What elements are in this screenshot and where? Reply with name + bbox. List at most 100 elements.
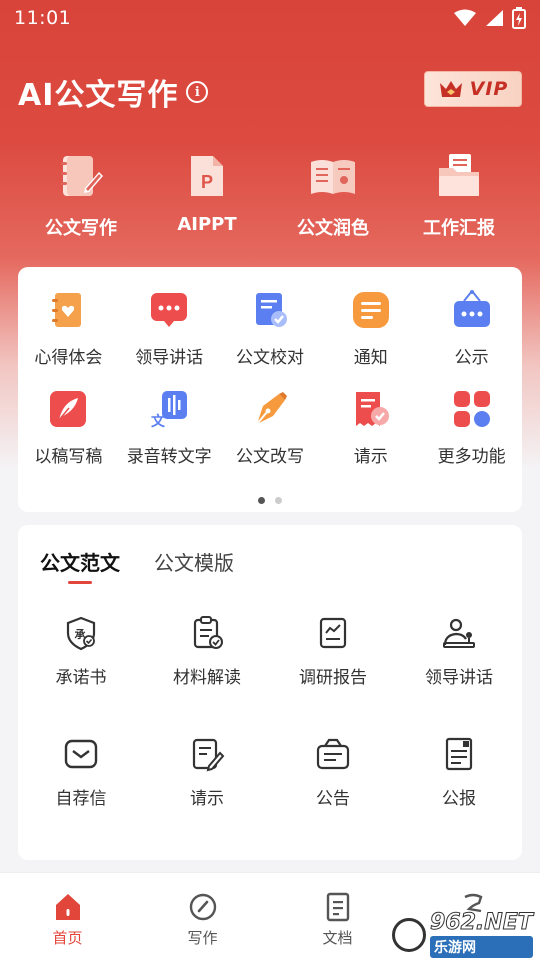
sample-label: 自荐信 bbox=[55, 789, 107, 809]
quick-action-aippt[interactable]: P AIPPT bbox=[144, 150, 270, 240]
battery-icon bbox=[512, 7, 526, 29]
sample-label: 公报 bbox=[442, 789, 476, 809]
tool-insights[interactable]: 心得体会 bbox=[18, 289, 119, 368]
announcement-icon bbox=[316, 738, 350, 770]
sample-leader-speech[interactable]: 领导讲话 bbox=[396, 615, 522, 688]
svg-text:文: 文 bbox=[151, 413, 166, 430]
nav-home[interactable]: 首页 bbox=[0, 873, 135, 960]
apps-grid-icon bbox=[453, 391, 490, 427]
page-dot bbox=[275, 497, 282, 504]
receipt-check-icon bbox=[355, 392, 389, 426]
svg-text:P: P bbox=[201, 172, 213, 192]
journal-heart-icon bbox=[52, 293, 82, 327]
sample-bulletin[interactable]: 公报 bbox=[396, 736, 522, 809]
vip-button[interactable]: VIP bbox=[424, 71, 522, 107]
sample-self-recommendation[interactable]: 自荐信 bbox=[18, 736, 144, 809]
podium-speaker-icon bbox=[443, 618, 475, 648]
vip-label: VIP bbox=[469, 78, 509, 100]
nav-documents[interactable]: 文档 bbox=[270, 873, 405, 960]
tool-label: 公示 bbox=[454, 348, 489, 368]
tab-doc-templates[interactable]: 公文模版 bbox=[154, 547, 234, 584]
report-chart-icon bbox=[319, 617, 347, 649]
sample-label: 承诺书 bbox=[55, 668, 107, 688]
site-watermark: 962.NET 乐游网 bbox=[392, 910, 538, 958]
nav-label: 文档 bbox=[322, 929, 353, 947]
tool-label: 更多功能 bbox=[437, 447, 506, 467]
page-dot-active bbox=[258, 497, 265, 504]
doc-edit-icon bbox=[192, 738, 225, 772]
tools-card: 心得体会 领导讲话 公文校对 通知 公示 以稿写稿 文 录音转文字 公文改写 请… bbox=[18, 267, 522, 512]
compass-icon bbox=[189, 893, 216, 921]
tool-label: 领导讲话 bbox=[135, 348, 204, 368]
notebook-pen-icon bbox=[61, 156, 103, 196]
quick-action-doc-writing[interactable]: 公文写作 bbox=[18, 150, 144, 240]
quick-action-label: 工作汇报 bbox=[423, 218, 495, 239]
quill-icon bbox=[50, 391, 87, 427]
tool-voice-to-text[interactable]: 文 录音转文字 bbox=[119, 388, 220, 467]
page-indicator bbox=[18, 497, 522, 504]
quick-action-report[interactable]: 工作汇报 bbox=[396, 150, 522, 240]
clipboard-check-icon bbox=[193, 616, 223, 649]
tool-draft-from-draft[interactable]: 以稿写稿 bbox=[18, 388, 119, 467]
sample-tabs: 公文范文 公文模版 bbox=[40, 547, 234, 584]
signal-icon bbox=[486, 10, 503, 26]
tool-label: 公文改写 bbox=[235, 447, 304, 467]
tool-request[interactable]: 请示 bbox=[320, 388, 421, 467]
tool-label: 请示 bbox=[353, 447, 388, 467]
tool-rewrite[interactable]: 公文改写 bbox=[220, 388, 321, 467]
nav-label: 写作 bbox=[187, 929, 218, 947]
info-icon[interactable]: i bbox=[186, 81, 209, 103]
sample-pledge[interactable]: 承 承诺书 bbox=[18, 615, 144, 688]
header: AI公文写作 i bbox=[18, 70, 209, 114]
open-book-icon bbox=[311, 160, 355, 194]
crown-icon bbox=[439, 81, 462, 97]
tool-label: 公文校对 bbox=[235, 348, 304, 368]
tool-label: 以稿写稿 bbox=[34, 447, 103, 467]
tool-more[interactable]: 更多功能 bbox=[421, 388, 522, 467]
sample-label: 领导讲话 bbox=[425, 668, 493, 688]
voice-text-icon: 文 bbox=[151, 391, 188, 430]
sample-label: 请示 bbox=[190, 789, 224, 809]
tab-doc-samples[interactable]: 公文范文 bbox=[40, 547, 120, 584]
ppt-file-icon: P bbox=[191, 156, 223, 196]
tool-leader-speech[interactable]: 领导讲话 bbox=[119, 289, 220, 368]
quick-actions: 公文写作 P AIPPT 公文润色 工作汇报 bbox=[18, 150, 522, 240]
envelope-icon bbox=[64, 739, 98, 769]
nav-label: 首页 bbox=[52, 929, 83, 947]
app-title: AI公文写作 bbox=[18, 78, 179, 113]
samples-card: 公文范文 公文模版 承 承诺书 材料解读 调研报告 领导讲话 自荐信 请示 公告… bbox=[18, 525, 522, 860]
watermark-logo-icon bbox=[392, 918, 426, 952]
watermark-main-text: 962.NET bbox=[430, 910, 534, 935]
chat-bubble-icon bbox=[151, 293, 188, 327]
pen-nib-icon bbox=[256, 392, 287, 425]
doc-check-icon bbox=[255, 293, 287, 327]
tool-proofread[interactable]: 公文校对 bbox=[220, 289, 321, 368]
sample-announcement[interactable]: 公告 bbox=[270, 736, 396, 809]
quick-action-label: 公文润色 bbox=[297, 218, 369, 239]
sample-research-report[interactable]: 调研报告 bbox=[270, 615, 396, 688]
tool-label: 录音转文字 bbox=[126, 447, 212, 467]
sample-label: 材料解读 bbox=[173, 668, 241, 688]
status-time: 11:01 bbox=[14, 7, 72, 29]
quick-action-polish[interactable]: 公文润色 bbox=[270, 150, 396, 240]
quick-action-label: AIPPT bbox=[177, 214, 237, 235]
notice-icon bbox=[352, 292, 389, 328]
nav-write[interactable]: 写作 bbox=[135, 873, 270, 960]
folder-doc-icon bbox=[439, 154, 479, 196]
tool-publicity[interactable]: 公示 bbox=[421, 289, 522, 368]
tool-label: 心得体会 bbox=[34, 348, 103, 368]
sample-material-interpretation[interactable]: 材料解读 bbox=[144, 615, 270, 688]
status-bar: 11:01 bbox=[0, 0, 540, 36]
shield-seal-icon: 承 bbox=[66, 616, 96, 651]
sample-label: 调研报告 bbox=[299, 668, 367, 688]
tool-label: 通知 bbox=[353, 348, 388, 368]
sample-label: 公告 bbox=[316, 789, 350, 809]
tool-notice[interactable]: 通知 bbox=[320, 289, 421, 368]
document-icon bbox=[326, 892, 349, 922]
quick-action-label: 公文写作 bbox=[45, 218, 117, 239]
sample-request[interactable]: 请示 bbox=[144, 736, 270, 809]
watermark-sub-text: 乐游网 bbox=[430, 936, 533, 958]
newspaper-icon bbox=[445, 737, 473, 771]
home-icon bbox=[55, 894, 80, 920]
signboard-icon bbox=[453, 290, 490, 327]
